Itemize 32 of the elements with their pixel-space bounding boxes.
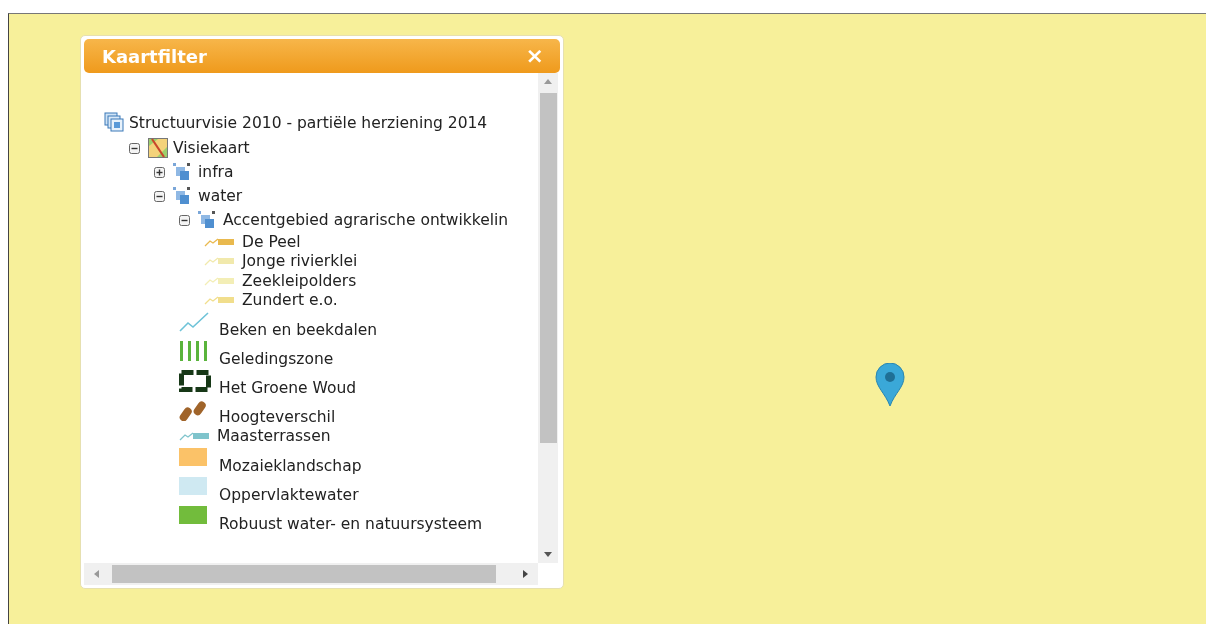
toggle-icon[interactable] bbox=[154, 190, 165, 202]
tree-label[interactable]: infra bbox=[198, 163, 234, 181]
legend-label: Zundert e.o. bbox=[242, 291, 338, 310]
layer-icon bbox=[173, 163, 193, 181]
toggle-icon[interactable] bbox=[154, 166, 165, 178]
legend-label: Jonge rivierklei bbox=[242, 252, 358, 271]
tree-label[interactable]: Structuurvisie 2010 - partiële herziening 2014 bbox=[129, 114, 488, 132]
tree-label[interactable]: Visiekaart bbox=[173, 139, 250, 157]
legend-label: Geledingszone bbox=[219, 350, 334, 368]
map-pin-icon[interactable] bbox=[875, 363, 905, 407]
tree-label[interactable]: water bbox=[198, 187, 243, 205]
layers-icon bbox=[104, 112, 124, 132]
toggle-icon[interactable] bbox=[179, 214, 190, 226]
horizontal-scrollbar[interactable] bbox=[84, 563, 538, 585]
scroll-right-icon[interactable] bbox=[522, 569, 530, 579]
legend-label: Mozaieklandschap bbox=[219, 456, 362, 475]
legend-label: Het Groene Woud bbox=[219, 379, 357, 397]
map-icon bbox=[148, 138, 168, 158]
legend-label: Robuust water- en natuursysteem bbox=[219, 514, 483, 533]
panel-title: Kaartfilter bbox=[102, 45, 207, 67]
legend-label: Beken en beekdalen bbox=[219, 321, 378, 339]
scroll-down-icon[interactable] bbox=[543, 551, 553, 559]
layer-icon bbox=[173, 187, 193, 205]
legend-label: Hoogteverschil bbox=[219, 408, 336, 426]
legend-label: Maasterrassen bbox=[217, 426, 331, 445]
legend-label: De Peel bbox=[242, 232, 301, 251]
toggle-icon[interactable] bbox=[129, 142, 140, 154]
legend-label: Zeekleipolders bbox=[242, 271, 357, 290]
legend-label: Oppervlaktewater bbox=[219, 485, 359, 504]
layer-icon bbox=[198, 211, 218, 229]
vertical-scrollbar[interactable] bbox=[538, 73, 558, 563]
tree-label[interactable]: Accentgebied agrarische ontwikkelin bbox=[223, 211, 509, 229]
